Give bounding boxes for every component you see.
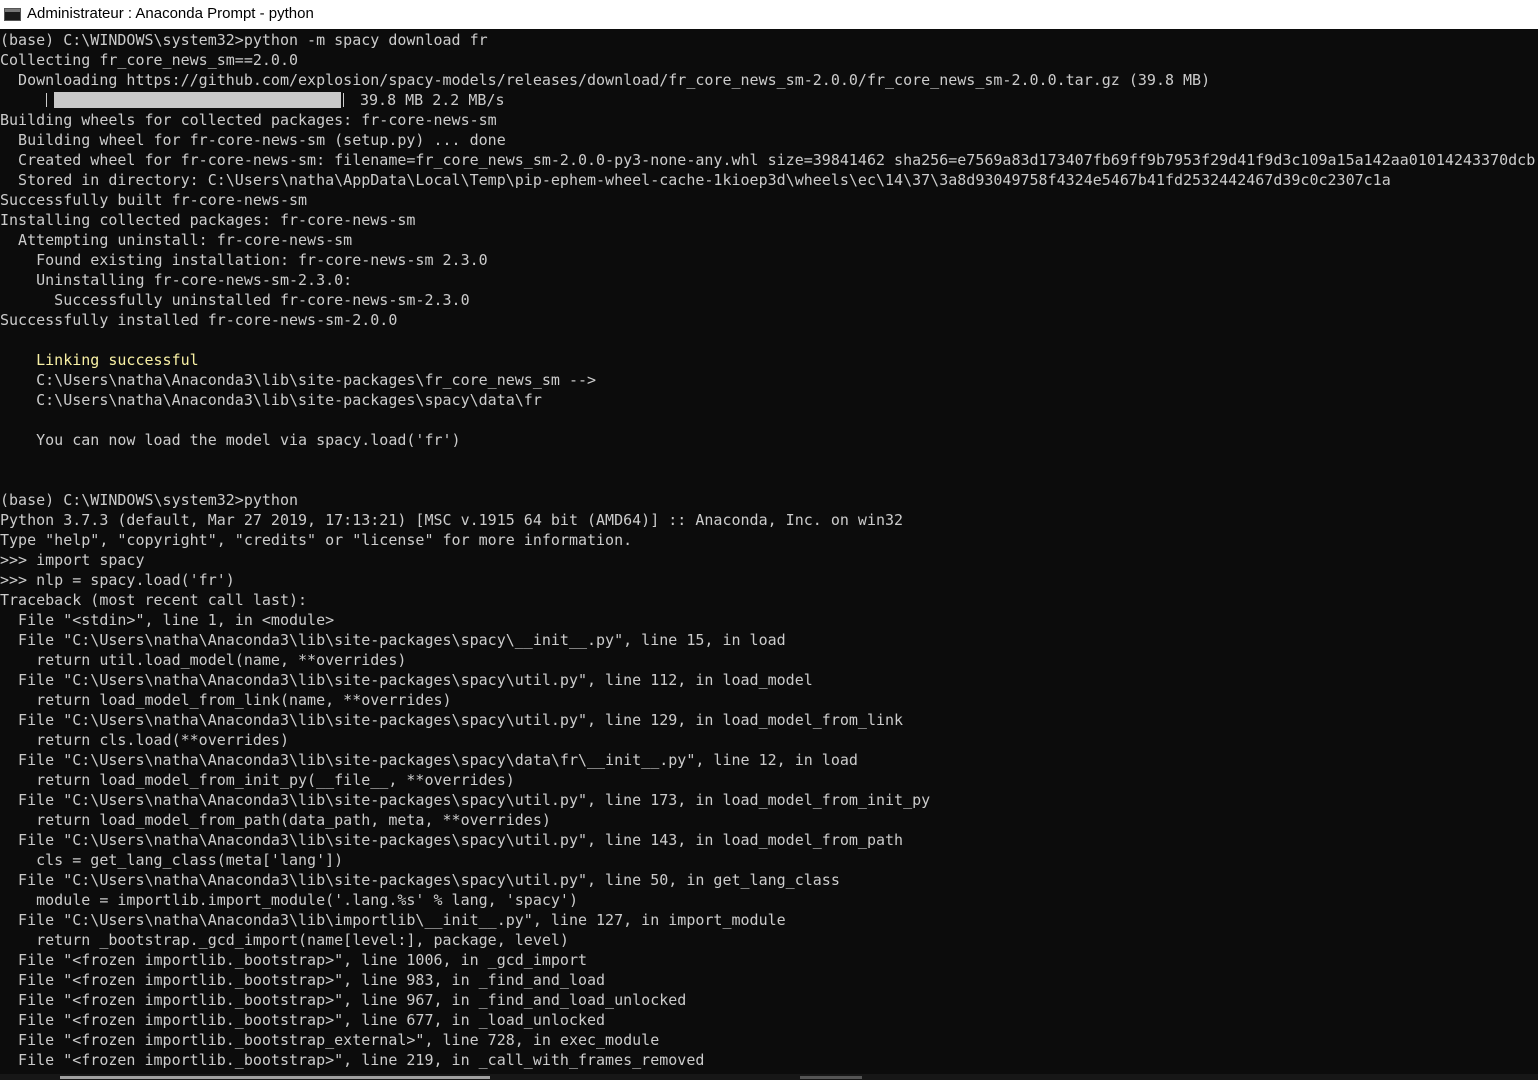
console-line: C:\Users\natha\Anaconda3\lib\site-packag… <box>0 371 597 389</box>
window-title: Administrateur : Anaconda Prompt - pytho… <box>27 5 314 22</box>
console-line: Building wheels for collected packages: … <box>0 111 497 129</box>
console-line: Stored in directory: C:\Users\natha\AppD… <box>0 171 1391 189</box>
console-line: File "C:\Users\natha\Anaconda3\lib\site-… <box>0 631 786 649</box>
console-line: File "<frozen importlib._bootstrap>", li… <box>0 1051 705 1069</box>
scrollbar-thumb[interactable] <box>60 1076 490 1079</box>
progress-bar-right-edge <box>343 93 344 107</box>
console-line: File "C:\Users\natha\Anaconda3\lib\site-… <box>0 751 858 769</box>
download-progress-text: 39.8 MB 2.2 MB/s <box>360 91 505 109</box>
console-line: C:\Users\natha\Anaconda3\lib\site-packag… <box>0 391 542 409</box>
console-line: Found existing installation: fr-core-new… <box>0 251 488 269</box>
console-line: (base) C:\WINDOWS\system32>python -m spa… <box>0 31 488 49</box>
console-line: File "<frozen importlib._bootstrap>", li… <box>0 1011 606 1029</box>
console-line: return util.load_model(name, **overrides… <box>0 651 407 669</box>
console-line: Installing collected packages: fr-core-n… <box>0 211 416 229</box>
console-line: Type "help", "copyright", "credits" or "… <box>0 531 633 549</box>
console-line: File "<frozen importlib._bootstrap>", li… <box>0 951 587 969</box>
console-line: Successfully built fr-core-news-sm <box>0 191 308 209</box>
console-line: Collecting fr_core_news_sm==2.0.0 <box>0 51 299 69</box>
console-line: >>> nlp = spacy.load('fr') <box>0 571 235 589</box>
console-line: return _bootstrap._gcd_import(name[level… <box>0 931 569 949</box>
scrollbar-thumb-secondary <box>800 1076 862 1079</box>
console-line: Python 3.7.3 (default, Mar 27 2019, 17:1… <box>0 511 904 529</box>
console-line: File "<frozen importlib._bootstrap>", li… <box>0 971 606 989</box>
console-line: return load_model_from_path(data_path, m… <box>0 811 551 829</box>
console-line: File "C:\Users\natha\Anaconda3\lib\site-… <box>0 831 904 849</box>
console-line: Linking successful <box>0 351 199 369</box>
horizontal-scrollbar[interactable] <box>0 1074 1538 1080</box>
console-line: return cls.load(**overrides) <box>0 731 289 749</box>
console-line: File "C:\Users\natha\Anaconda3\lib\site-… <box>0 671 813 689</box>
console-line: Uninstalling fr-core-news-sm-2.3.0: <box>0 271 353 289</box>
console-line: File "<frozen importlib._bootstrap>", li… <box>0 991 687 1009</box>
console-line: module = importlib.import_module('.lang.… <box>0 891 578 909</box>
console-line: return load_model_from_link(name, **over… <box>0 691 452 709</box>
console-line: Created wheel for fr-core-news-sm: filen… <box>0 151 1536 169</box>
console-line: File "C:\Users\natha\Anaconda3\lib\site-… <box>0 711 904 729</box>
console-line: Successfully uninstalled fr-core-news-sm… <box>0 291 470 309</box>
console-line: cls = get_lang_class(meta['lang']) <box>0 851 344 869</box>
console-line: return load_model_from_init_py(__file__,… <box>0 771 515 789</box>
progress-bar-fill <box>54 92 341 108</box>
console-line: File "C:\Users\natha\Anaconda3\lib\impor… <box>0 911 786 929</box>
console-line: File "<stdin>", line 1, in <module> <box>0 611 335 629</box>
title-bar[interactable]: Administrateur : Anaconda Prompt - pytho… <box>0 0 1538 29</box>
console-line: Building wheel for fr-core-news-sm (setu… <box>0 131 506 149</box>
progress-bar-left-edge <box>46 93 47 107</box>
console-line: Successfully installed fr-core-news-sm-2… <box>0 311 398 329</box>
console-icon <box>4 8 21 21</box>
console-line: Traceback (most recent call last): <box>0 591 308 609</box>
console-line: >>> import spacy <box>0 551 145 569</box>
console-line: (base) C:\WINDOWS\system32>python <box>0 491 299 509</box>
console-output[interactable]: 39.8 MB 2.2 MB/s (base) C:\WINDOWS\syste… <box>0 29 1538 1074</box>
console-line: File "C:\Users\natha\Anaconda3\lib\site-… <box>0 871 840 889</box>
console-line: You can now load the model via spacy.loa… <box>0 431 461 449</box>
console-line: File "<frozen importlib._bootstrap_exter… <box>0 1031 660 1049</box>
console-line: Attempting uninstall: fr-core-news-sm <box>0 231 353 249</box>
download-progress-bar <box>46 91 344 109</box>
console-line: Downloading https://github.com/explosion… <box>0 71 1211 89</box>
console-line: File "C:\Users\natha\Anaconda3\lib\site-… <box>0 791 931 809</box>
